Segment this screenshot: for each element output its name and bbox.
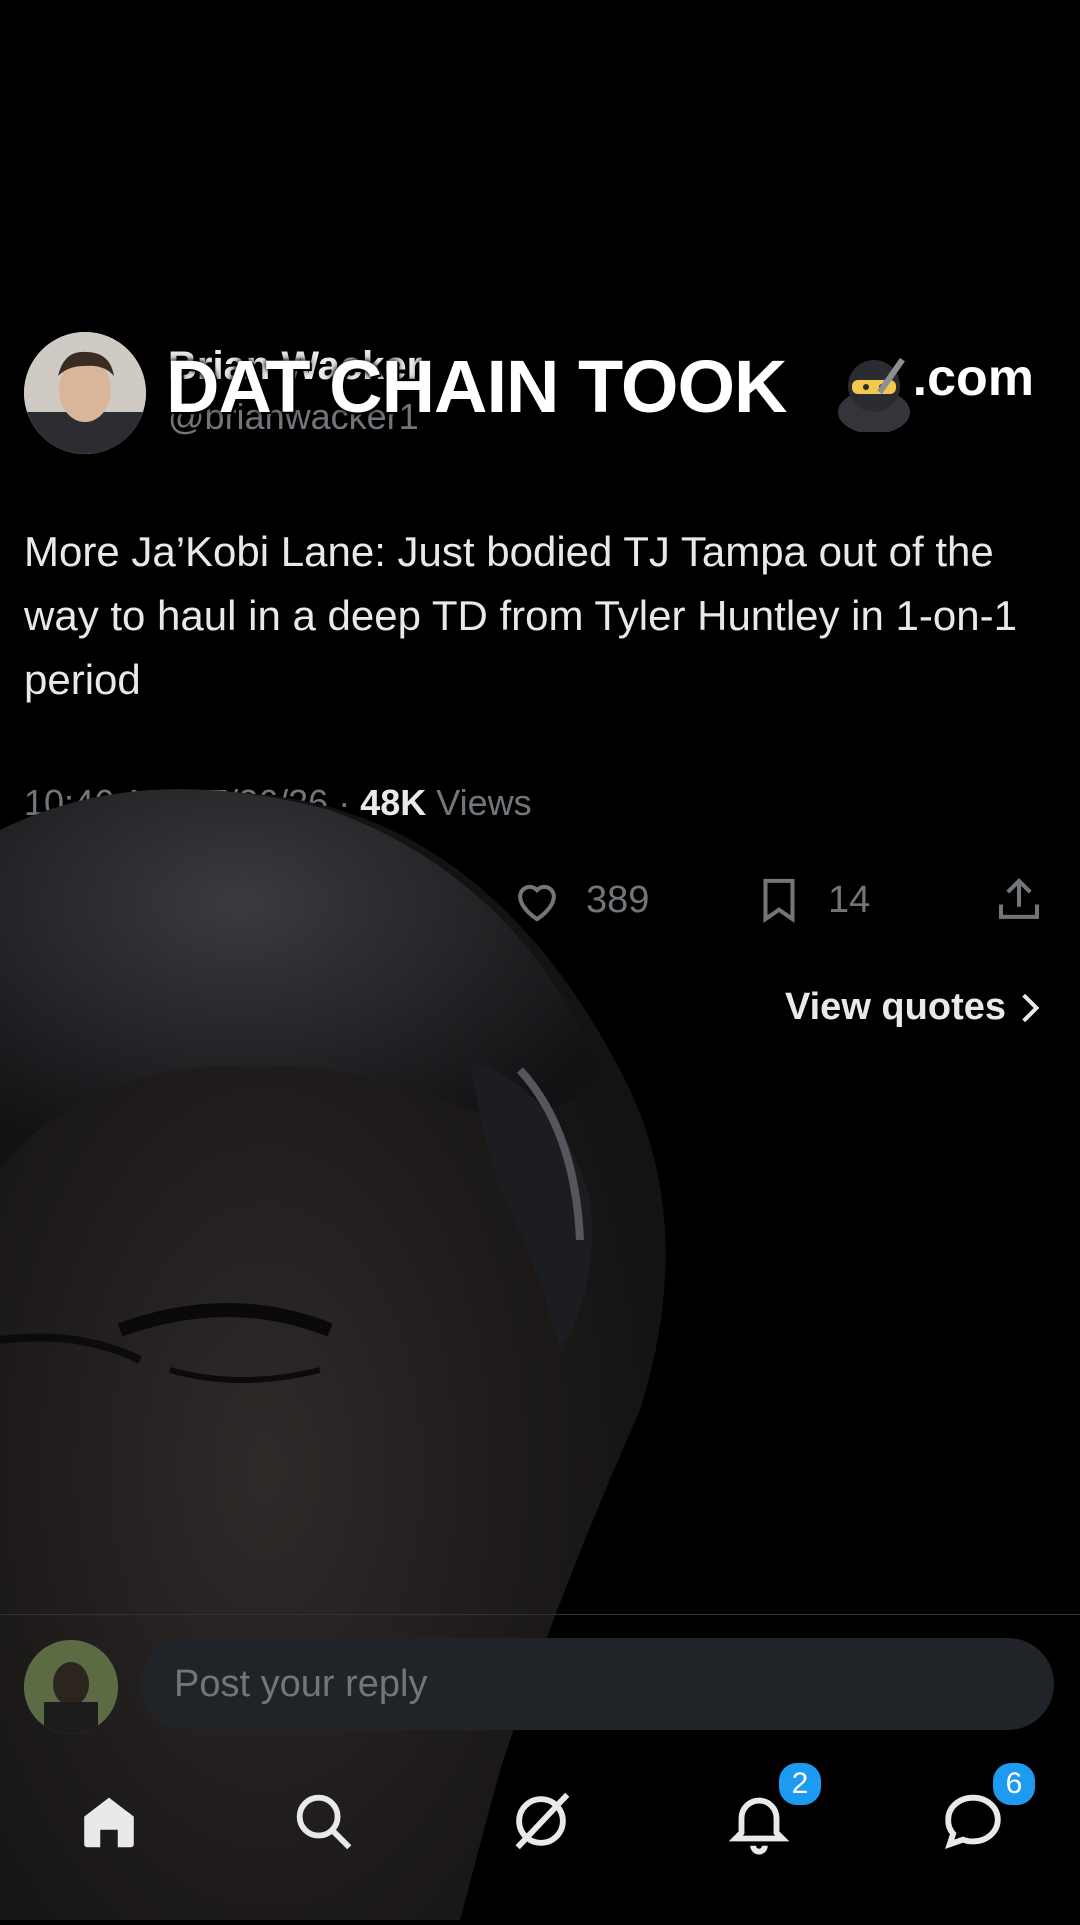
- tab-home[interactable]: [74, 1786, 144, 1856]
- tab-messages[interactable]: 6: [938, 1760, 1038, 1856]
- reply-divider: [0, 1614, 1080, 1615]
- view-quotes-label: View quotes: [784, 986, 1006, 1028]
- share-icon: [998, 878, 1040, 919]
- reply-input[interactable]: Post your reply: [140, 1638, 1054, 1730]
- chevron-right-icon: [1022, 993, 1040, 1022]
- tab-grok[interactable]: [506, 1786, 576, 1856]
- bookmark-count: 14: [828, 878, 871, 921]
- tab-notifications[interactable]: 2: [724, 1760, 824, 1856]
- share-button[interactable]: [992, 872, 1046, 928]
- author-avatar[interactable]: [24, 332, 146, 454]
- post-text: More Ja’Kobi Lane: Just bodied TJ Tampa …: [24, 528, 1017, 703]
- tab-search[interactable]: [288, 1786, 358, 1856]
- person-overlay-image: [0, 770, 760, 1920]
- home-icon: [84, 1797, 134, 1848]
- view-quotes-link[interactable]: View quotes: [785, 986, 1042, 1029]
- domain-suffix: .com: [912, 349, 1034, 407]
- overlay-caption: DAT CHAIN TOOK: [166, 345, 787, 428]
- search-icon: [296, 1794, 352, 1850]
- reply-placeholder: Post your reply: [174, 1662, 428, 1705]
- messages-badge: 6: [990, 1760, 1038, 1808]
- notifications-badge: 2: [776, 1760, 824, 1808]
- bookmark-icon: [763, 878, 795, 924]
- grok-icon: [515, 1792, 570, 1850]
- bookmark-button[interactable]: 14: [752, 872, 870, 928]
- ninja-emoji-icon: [834, 352, 914, 434]
- current-user-avatar[interactable]: [24, 1640, 118, 1734]
